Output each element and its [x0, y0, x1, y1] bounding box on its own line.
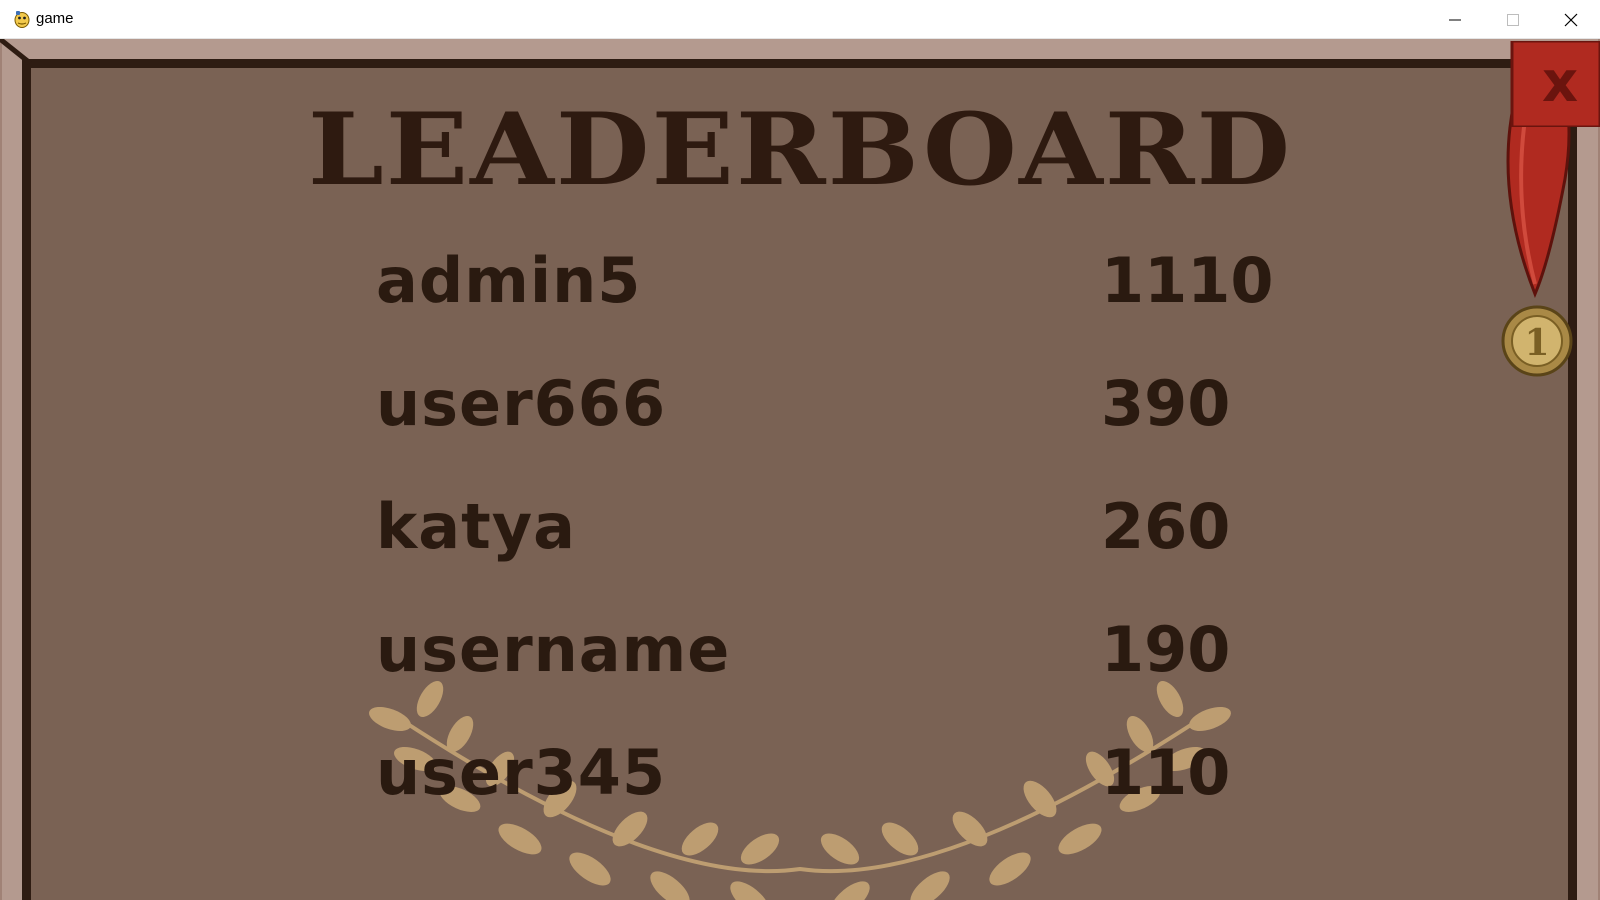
maximize-icon	[1507, 13, 1519, 26]
medal-rank: 1	[1524, 322, 1549, 364]
player-name: user666	[376, 367, 667, 440]
leaderboard-row: admin5 1110	[376, 244, 1276, 324]
leaderboard-row: katya 260	[376, 490, 1276, 570]
leaderboard-row: user666 390	[376, 367, 1276, 447]
python-snake-icon	[14, 11, 30, 28]
leaderboard-row: user345 110	[376, 736, 1276, 816]
player-score: 390	[1101, 367, 1231, 440]
player-score: 260	[1101, 490, 1231, 563]
minimize-button[interactable]	[1426, 0, 1484, 39]
close-window-button[interactable]	[1542, 0, 1600, 39]
frame-corner-decoration	[0, 39, 32, 65]
maximize-button[interactable]	[1484, 0, 1542, 39]
minimize-icon	[1449, 19, 1461, 20]
game-canvas: LEADERBOARD admin5 1110 user666 390 katy…	[0, 39, 1600, 900]
player-name: katya	[376, 490, 576, 563]
close-icon	[1564, 13, 1578, 26]
game-window: game LEADERBOARD admin5 1110 user666 390…	[0, 0, 1600, 900]
player-name: user345	[376, 736, 667, 809]
close-leaderboard-button[interactable]: x	[1510, 41, 1600, 127]
player-name: admin5	[376, 244, 642, 317]
leaderboard-row: username 190	[376, 613, 1276, 693]
player-score: 110	[1101, 736, 1231, 809]
player-score: 1110	[1101, 244, 1274, 317]
player-name: username	[376, 613, 731, 686]
title-bar[interactable]: game	[0, 0, 1600, 39]
player-score: 190	[1101, 613, 1231, 686]
close-leaderboard-label: x	[1542, 50, 1578, 115]
leaderboard-title: LEADERBOARD	[307, 92, 1293, 208]
window-title: game	[36, 10, 74, 27]
